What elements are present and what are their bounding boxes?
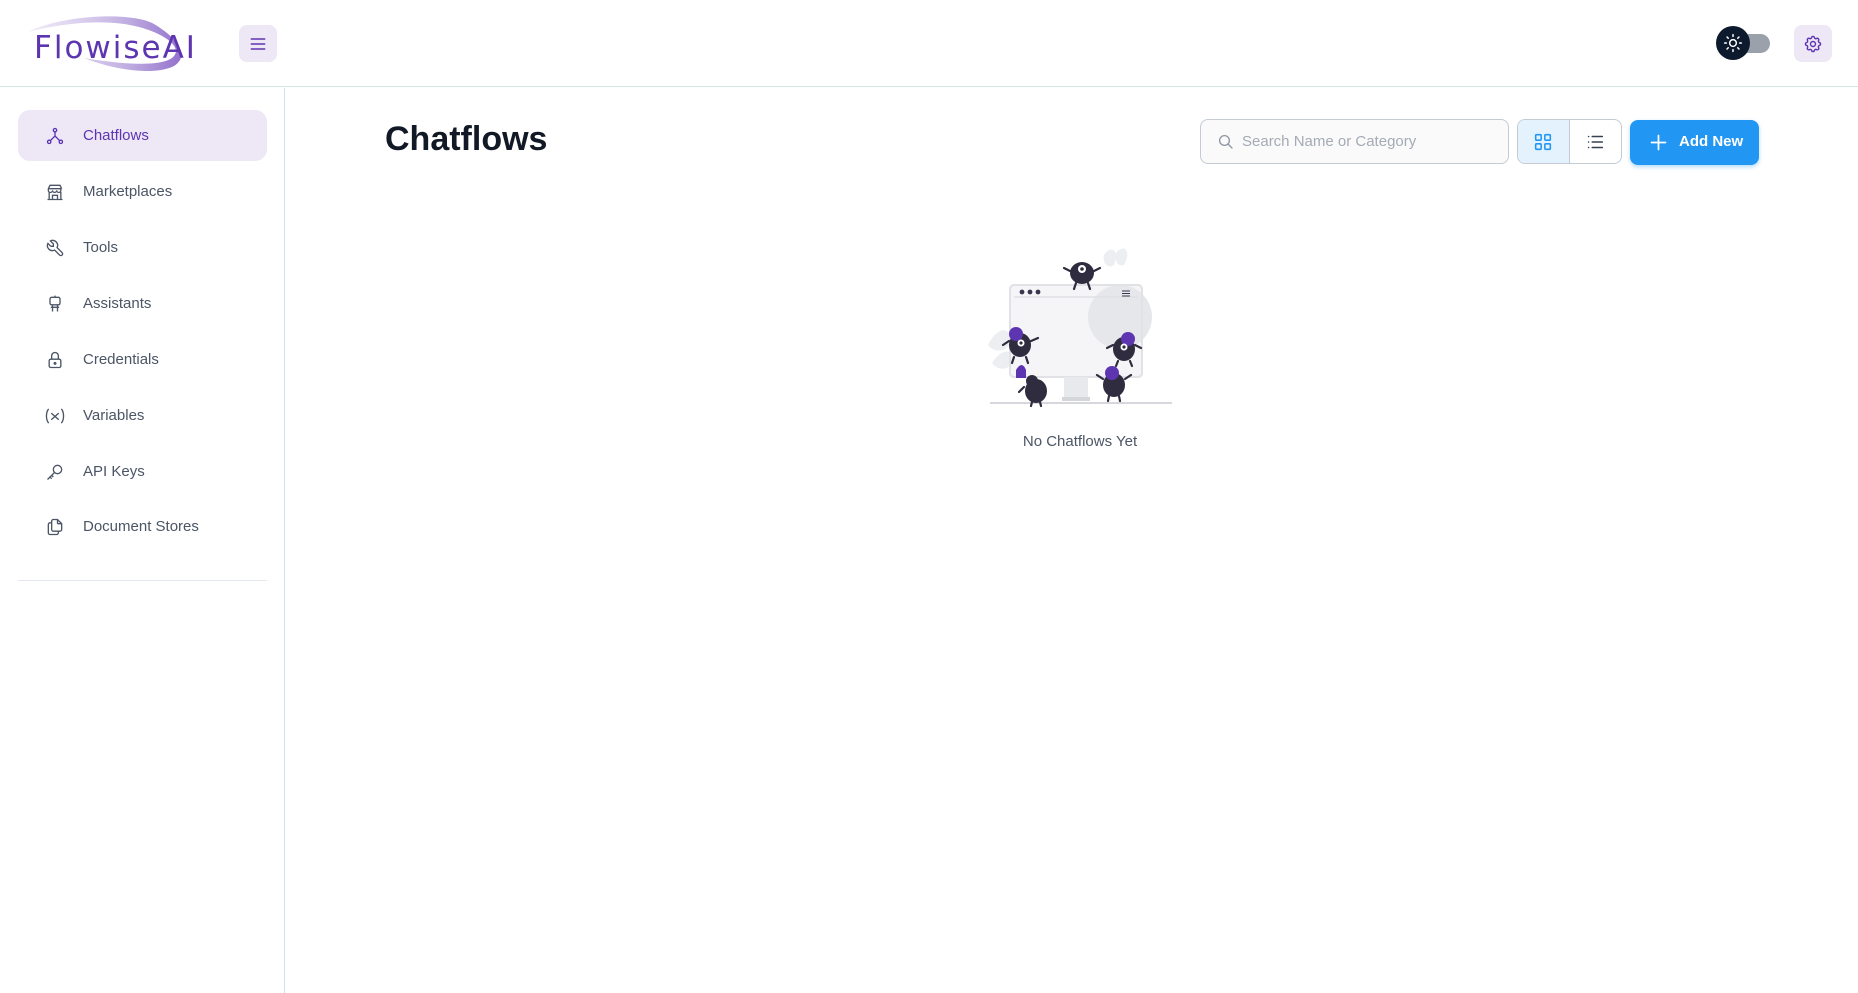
sidebar-item-label: API Keys xyxy=(83,463,145,480)
sidebar-item-api-keys[interactable]: API Keys xyxy=(18,446,267,497)
variable-icon xyxy=(44,405,66,427)
store-icon xyxy=(44,181,66,203)
sidebar-item-variables[interactable]: Variables xyxy=(18,390,267,441)
settings-button[interactable] xyxy=(1794,25,1832,62)
files-icon xyxy=(44,516,66,538)
list-view-button[interactable] xyxy=(1570,120,1622,163)
sidebar-item-chatflows[interactable]: Chatflows xyxy=(18,110,267,161)
sidebar-item-marketplaces[interactable]: Marketplaces xyxy=(18,166,267,217)
sidebar-item-credentials[interactable]: Credentials xyxy=(18,334,267,385)
sidebar: Chatflows Marketplaces Tools Assistants xyxy=(0,88,285,993)
sidebar-item-tools[interactable]: Tools xyxy=(18,222,267,273)
sidebar-item-document-stores[interactable]: Document Stores xyxy=(18,501,267,552)
flowise-logo[interactable]: FlowiseAI xyxy=(24,14,196,72)
top-header: FlowiseAI xyxy=(0,0,1858,87)
sidebar-item-label: Variables xyxy=(83,407,145,424)
sun-icon xyxy=(1723,33,1743,53)
sidebar-item-label: Chatflows xyxy=(83,127,149,144)
toggle-thumb xyxy=(1716,26,1750,60)
search-box[interactable] xyxy=(1200,119,1509,164)
sidebar-item-assistants[interactable]: Assistants xyxy=(18,278,267,329)
sidebar-item-label: Assistants xyxy=(83,295,152,312)
sidebar-divider xyxy=(18,580,267,581)
wrench-icon xyxy=(44,237,66,259)
sidebar-toggle-button[interactable] xyxy=(239,25,277,62)
grid-icon xyxy=(1535,133,1552,150)
lock-icon xyxy=(44,349,66,371)
card-view-button[interactable] xyxy=(1518,120,1570,163)
view-toggle xyxy=(1517,119,1622,164)
sidebar-item-label: Credentials xyxy=(83,351,159,368)
robot-icon xyxy=(44,293,66,315)
page-title: Chatflows xyxy=(385,120,548,158)
hierarchy-icon xyxy=(44,125,66,147)
search-input[interactable] xyxy=(1242,120,1500,163)
sidebar-item-label: Tools xyxy=(83,239,119,256)
plus-icon xyxy=(1650,134,1667,151)
key-icon xyxy=(44,461,66,483)
list-icon xyxy=(1588,135,1604,148)
logo-text: FlowiseAI xyxy=(34,30,197,66)
search-icon xyxy=(1218,134,1233,149)
empty-state-illustration xyxy=(980,245,1180,420)
hamburger-icon xyxy=(250,37,266,50)
empty-state-text: No Chatflows Yet xyxy=(1022,433,1138,450)
theme-toggle[interactable] xyxy=(1716,26,1772,60)
sidebar-item-label: Document Stores xyxy=(83,518,199,535)
gear-icon xyxy=(1804,35,1822,52)
sidebar-item-label: Marketplaces xyxy=(83,183,173,200)
add-new-label: Add New xyxy=(1679,133,1744,150)
add-new-button[interactable]: Add New xyxy=(1630,120,1759,165)
